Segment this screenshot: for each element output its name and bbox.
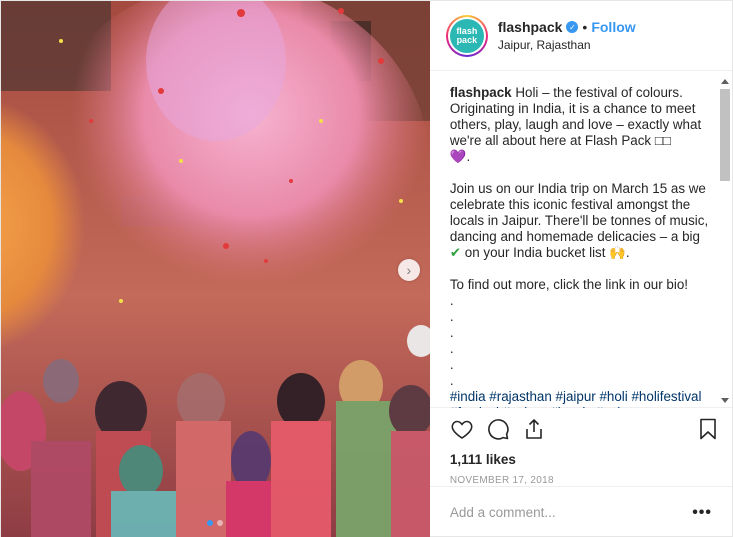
caption-area[interactable]: flashpack Holi – the festival of colours… <box>429 71 732 408</box>
scrollbar-thumb[interactable] <box>720 89 730 181</box>
location-link[interactable]: Jaipur, Rajasthan <box>498 38 636 52</box>
caption-paragraph-2: Join us on our India trip on March 15 as… <box>449 181 709 244</box>
likes-count[interactable]: 1,111 likes <box>430 450 732 470</box>
raised-hands-emoji: 🙌. <box>609 245 630 260</box>
comment-bubble-icon[interactable] <box>486 417 510 441</box>
holi-festival-photo <box>1 1 430 537</box>
username-link[interactable]: flashpack <box>498 19 563 35</box>
separator-dot: • <box>582 19 588 35</box>
instagram-post: › flash pack flashpack ✓ • Follow Jaipur… <box>0 0 733 537</box>
caption-dots: . . . . . . <box>449 293 454 388</box>
purple-heart-emoji: 💜. <box>449 149 471 164</box>
follow-button[interactable]: Follow <box>591 19 635 35</box>
post-header: flash pack flashpack ✓ • Follow Jaipur, … <box>429 1 732 71</box>
carousel-indicator <box>1 520 430 526</box>
caption-paragraph-3: To find out more, click the link in our … <box>449 277 688 292</box>
next-photo-button[interactable]: › <box>397 259 420 281</box>
caption-paragraph-2-end: on your India bucket list <box>464 245 606 260</box>
verified-check-icon: ✓ <box>566 21 579 33</box>
carousel-dot <box>217 520 224 526</box>
scroll-down-arrow-icon[interactable] <box>721 398 729 403</box>
share-upload-icon[interactable] <box>522 417 546 441</box>
hashtags[interactable]: #india #rajasthan #jaipur #holi #holifes… <box>450 389 712 408</box>
post-photo[interactable]: › <box>1 1 430 537</box>
check-mark-emoji: ✔ <box>449 245 462 260</box>
caption-username[interactable]: flashpack <box>450 85 512 100</box>
caption-scrollbar[interactable] <box>719 79 731 403</box>
avatar-logo: flash pack <box>449 18 484 53</box>
comment-input[interactable] <box>449 505 693 520</box>
action-bar <box>430 408 732 450</box>
heart-icon[interactable] <box>450 417 474 441</box>
avatar[interactable]: flash pack <box>445 14 488 57</box>
bookmark-icon[interactable] <box>696 417 720 441</box>
caption-text: flashpack Holi – the festival of colours… <box>430 71 732 408</box>
scroll-up-arrow-icon[interactable] <box>721 79 729 84</box>
carousel-dot <box>207 520 214 526</box>
more-options-icon[interactable]: ••• <box>692 504 712 522</box>
post-side-panel: flash pack flashpack ✓ • Follow Jaipur, … <box>429 1 732 537</box>
comment-box: ••• <box>429 486 732 537</box>
chevron-right-icon: › <box>406 262 412 278</box>
